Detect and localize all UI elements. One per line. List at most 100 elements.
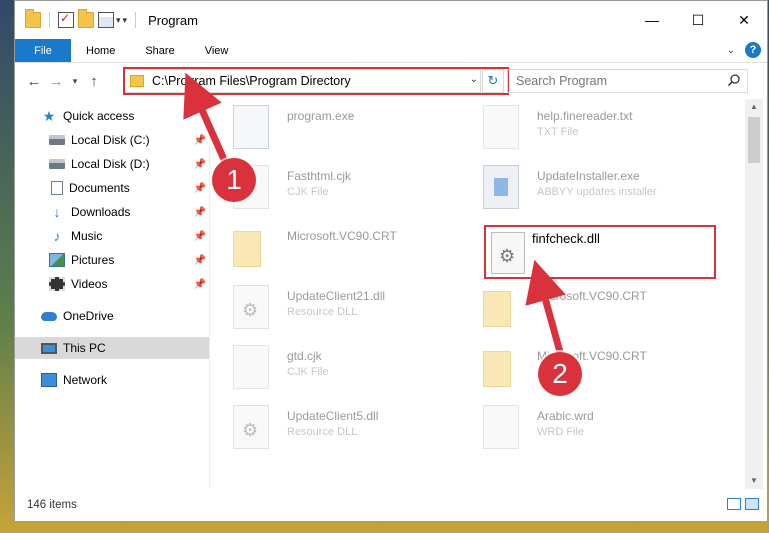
pin-icon[interactable]: 📌: [194, 279, 206, 290]
list-item[interactable]: UpdateInstaller.exe ABBYY updates instal…: [461, 159, 701, 219]
pin-icon[interactable]: 📌: [194, 255, 206, 266]
pin-icon[interactable]: 📌: [194, 159, 206, 170]
file-name: help.finereader.txt: [537, 109, 633, 123]
tab-home[interactable]: Home: [71, 39, 130, 62]
expand-ribbon-icon[interactable]: ⌄: [727, 45, 735, 56]
list-item[interactable]: Fasthtml.cjk CJK File: [211, 159, 451, 219]
file-type: WRD File: [537, 426, 585, 438]
list-item[interactable]: Microsoft.VC90.CRT: [461, 279, 701, 339]
window-title: Program: [148, 12, 198, 28]
navigation-pane: ★ Quick access Local Disk (C:) 📌 Local D…: [15, 99, 209, 489]
file-name: UpdateClient21.dll: [287, 289, 386, 303]
forward-arrow-icon[interactable]: →: [45, 73, 67, 90]
sidebar-item-this-pc[interactable]: This PC: [15, 337, 209, 359]
list-item[interactable]: Microsoft.VC90.CRT: [211, 219, 451, 279]
disk-icon: [49, 159, 65, 169]
sidebar-item-documents[interactable]: Documents 📌: [15, 177, 209, 199]
chevron-down-icon[interactable]: ▾: [116, 15, 121, 26]
pin-icon[interactable]: 📌: [194, 135, 206, 146]
minimize-button[interactable]: —: [629, 1, 675, 39]
tab-view[interactable]: View: [190, 39, 244, 62]
maximize-button[interactable]: ☐: [675, 1, 721, 39]
network-icon: [41, 373, 57, 387]
tab-file[interactable]: File: [15, 39, 71, 62]
navigation-bar: ← → ▾ ↑ C:\Program Files\Program Directo…: [15, 63, 767, 99]
dll-file-icon: [233, 285, 269, 329]
pin-icon[interactable]: 📌: [194, 207, 206, 218]
title-bar: ▾ ▾ Program — ☐ ✕: [15, 1, 767, 39]
details-view-icon[interactable]: [727, 498, 741, 510]
highlighted-file-item[interactable]: finfcheck.dll: [484, 225, 716, 279]
sidebar-item-network[interactable]: Network: [15, 369, 209, 391]
ribbon-tabs: File Home Share View ⌄ ?: [15, 39, 767, 63]
folder-icon: [483, 291, 511, 327]
search-input[interactable]: Search Program: [507, 69, 748, 93]
search-icon[interactable]: [727, 73, 741, 87]
cloud-icon: [41, 311, 57, 321]
file-icon: [233, 165, 269, 209]
documents-icon: [51, 181, 63, 195]
new-folder-icon[interactable]: [78, 9, 94, 28]
address-bar-highlight: [123, 67, 509, 95]
scroll-up-icon[interactable]: ▲: [745, 99, 763, 115]
installer-icon: [483, 165, 519, 209]
sidebar-item-pictures[interactable]: Pictures 📌: [15, 249, 209, 271]
sidebar-item-label: Pictures: [71, 253, 115, 267]
pane-divider[interactable]: [209, 99, 210, 489]
file-name: UpdateInstaller.exe: [537, 169, 640, 183]
sidebar-item-label: OneDrive: [63, 309, 114, 323]
sidebar-item-local-disk-c[interactable]: Local Disk (C:) 📌: [15, 129, 209, 151]
recent-locations-icon[interactable]: ▾: [67, 76, 83, 87]
music-icon: ♪: [53, 228, 61, 244]
explorer-window: ▾ ▾ Program — ☐ ✕ File Home Share View ⌄…: [14, 0, 768, 522]
folder-icon: [233, 231, 261, 267]
sidebar-item-local-disk-d[interactable]: Local Disk (D:) 📌: [15, 153, 209, 175]
list-item[interactable]: Microsoft.VC90.CRT: [461, 339, 701, 399]
list-item[interactable]: program.exe: [211, 99, 451, 159]
sidebar-item-music[interactable]: ♪ Music 📌: [15, 225, 209, 247]
list-item[interactable]: gtd.cjk CJK File: [211, 339, 451, 399]
search-placeholder: Search Program: [516, 74, 608, 88]
list-item[interactable]: help.finereader.txt TXT File: [461, 99, 701, 159]
file-name: Microsoft.VC90.CRT: [537, 349, 647, 363]
list-item[interactable]: UpdateClient21.dll Resource DLL: [211, 279, 451, 339]
downloads-icon: ↓: [53, 204, 61, 220]
sidebar-item-downloads[interactable]: ↓ Downloads 📌: [15, 201, 209, 223]
file-name: Arabic.wrd: [537, 409, 594, 423]
back-arrow-icon[interactable]: ←: [23, 73, 45, 90]
up-arrow-icon[interactable]: ↑: [83, 73, 105, 90]
large-icons-view-icon[interactable]: [745, 498, 759, 510]
sidebar-item-quick-access[interactable]: ★ Quick access: [15, 105, 209, 127]
disk-icon: [49, 135, 65, 145]
properties-icon[interactable]: [98, 12, 114, 28]
properties-check-icon[interactable]: [58, 11, 74, 28]
scroll-down-icon[interactable]: ▼: [745, 473, 763, 489]
file-name: UpdateClient5.dll: [287, 409, 379, 423]
list-item[interactable]: UpdateClient5.dll Resource DLL: [211, 399, 451, 459]
pin-icon[interactable]: 📌: [194, 183, 206, 194]
file-name: Fasthtml.cjk: [287, 169, 352, 183]
tab-share[interactable]: Share: [130, 39, 189, 62]
scrollbar-thumb[interactable]: [748, 117, 760, 163]
star-icon: ★: [42, 108, 56, 124]
sidebar-item-videos[interactable]: Videos 📌: [15, 273, 209, 295]
file-type: Resource DLL: [287, 426, 358, 438]
customize-toolbar-icon[interactable]: ▾: [123, 15, 128, 26]
sidebar-item-onedrive[interactable]: OneDrive: [15, 305, 209, 327]
toolbar-separator: [135, 12, 137, 28]
dll-file-icon: [491, 232, 525, 274]
close-button[interactable]: ✕: [721, 1, 767, 39]
sidebar-item-label: Videos: [71, 277, 108, 291]
list-item[interactable]: Arabic.wrd WRD File: [461, 399, 701, 459]
dll-file-icon: [233, 405, 269, 449]
view-buttons: [727, 498, 759, 510]
pin-icon[interactable]: 📌: [194, 231, 206, 242]
help-icon[interactable]: ?: [745, 42, 761, 58]
vertical-scrollbar[interactable]: ▲ ▼: [745, 99, 763, 489]
file-list: program.exe help.finereader.txt TXT File…: [211, 99, 745, 489]
folder-icon: [25, 9, 41, 28]
window-controls: — ☐ ✕: [629, 1, 767, 39]
videos-icon: [49, 277, 65, 291]
file-name: finfcheck.dll: [532, 231, 600, 246]
sidebar-item-label: Local Disk (C:): [71, 133, 150, 147]
